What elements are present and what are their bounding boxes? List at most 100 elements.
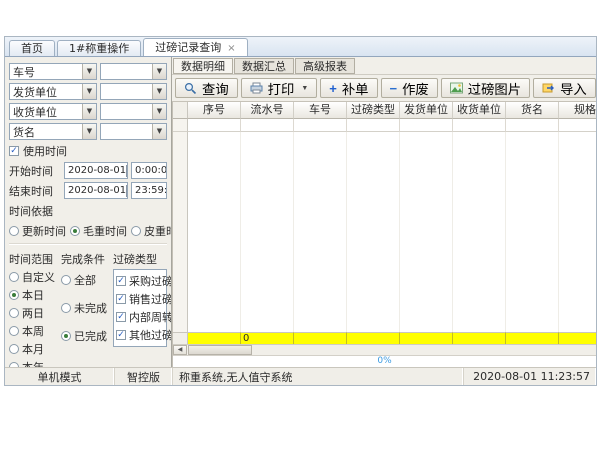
scrollbar-thumb[interactable] [188,345,252,355]
time-range-option-twodays[interactable]: 两日 [9,305,59,321]
supplement-ticket-button[interactable]: + 补单 [320,78,377,98]
status-bar: 单机模式 智控版 称重系统,无人值守系统 2020-08-01 11:23:57 [5,367,596,385]
tab-home[interactable]: 首页 [9,40,55,56]
body-column [188,132,241,332]
close-icon[interactable]: × [227,43,235,54]
column-header-weightype[interactable]: 过磅类型 [347,102,400,119]
void-ticket-button[interactable]: − 作废 [381,78,438,98]
status-datetime-label: 2020-08-01 11:23:57 [473,370,590,383]
column-header-spec[interactable]: 规格 [559,102,596,119]
time-basis-option-tare[interactable]: 皮重时间 [131,223,172,239]
tab-weigh-record-query[interactable]: 过磅记录查询× [143,38,247,56]
import-button[interactable]: 导入 [533,78,596,98]
completion-option-finished[interactable]: 已完成 [61,328,111,344]
filter-cell[interactable] [453,119,506,132]
filter-cell[interactable] [294,119,347,132]
weigh-photo-label: 过磅图片 [468,79,521,98]
radio-label: 两日 [22,305,44,321]
time-basis-option-update[interactable]: 更新时间 [9,223,66,239]
use-time-checkbox-row[interactable]: 使用时间 [9,143,167,159]
chevron-down-icon: ▼ [152,124,166,139]
data-subtabs: 数据明细 数据汇总 高级报表 [172,57,596,74]
time-range-option-year[interactable]: 本年 [9,359,59,367]
checkbox-icon [116,330,126,340]
time-range-caption: 时间范围 [9,251,59,267]
query-button[interactable]: 查询 [175,78,238,98]
filter-cell[interactable] [347,119,400,132]
vehicle-value-combo[interactable]: ▼ [100,63,167,80]
filter-cell[interactable] [400,119,453,132]
time-range-option-week[interactable]: 本周 [9,323,59,339]
radio-icon [61,303,71,313]
end-time-spinner[interactable]: 23:59:59 ▲▼ [131,182,167,199]
filter-cell[interactable] [241,119,294,132]
receiver-value-combo[interactable]: ▼ [100,103,167,120]
completion-option-unfinished[interactable]: 未完成 [61,300,111,316]
row-indicator-header [173,102,188,119]
toolbar: 查询 打印 ▼ + 补单 − 作废 [172,74,596,102]
time-range-option-today[interactable]: 本日 [9,287,59,303]
grid-body[interactable] [173,132,596,332]
subtab-advanced-report[interactable]: 高级报表 [295,58,355,74]
column-header-goods[interactable]: 货名 [506,102,559,119]
scroll-left-icon[interactable]: ◀ [173,345,187,355]
shipper-value-combo[interactable]: ▼ [100,83,167,100]
start-time-row: 开始时间 2020-08-01 0:00:00 ▲▼ [9,162,167,179]
time-range-option-custom[interactable]: 自定义 [9,269,59,285]
grid-summary-row: 0 [173,332,596,344]
radio-icon [70,226,80,236]
radio-icon [9,308,19,318]
subtab-data-detail[interactable]: 数据明细 [173,58,233,74]
radio-label: 本月 [22,341,44,357]
status-system-name: 称重系统,无人值守系统 [173,368,464,385]
horizontal-scrollbar[interactable]: ◀ [173,344,596,355]
end-date-value: 2020-08-01 [68,185,126,196]
filter-cell[interactable] [506,119,559,132]
query-button-label: 查询 [202,79,229,98]
main-area: 车号 ▼ ▼ 发货单位 ▼ ▼ 收货 [5,57,596,367]
print-button[interactable]: 打印 ▼ [241,78,318,98]
column-header-shipper[interactable]: 发货单位 [400,102,453,119]
filter-row-shipper: 发货单位 ▼ ▼ [9,83,167,100]
column-header-receiver[interactable]: 收货单位 [453,102,506,119]
filter-row-goods: 货名 ▼ ▼ [9,123,167,140]
time-range-option-month[interactable]: 本月 [9,341,59,357]
filter-cell[interactable] [188,119,241,132]
checkbox-label: 采购过磅 [129,273,172,289]
column-header-vehicle[interactable]: 车号 [294,102,347,119]
grid-header-row: 序号 流水号 车号 过磅类型 发货单位 收货单位 货名 规格 [173,102,596,119]
completion-option-all[interactable]: 全部 [61,272,111,288]
field-select-receiver[interactable]: 收货单位 ▼ [9,103,97,120]
radio-label: 更新时间 [22,223,66,239]
end-date-picker[interactable]: 2020-08-01 [64,182,128,199]
weigh-type-internal[interactable]: 内部周转 [116,309,164,325]
row-indicator-cell [173,332,188,344]
field-select-goods-label: 货名 [13,124,35,140]
weigh-type-other[interactable]: 其他过磅 [116,327,164,343]
chevron-down-icon: ▼ [152,84,166,99]
start-time-spinner[interactable]: 0:00:00 ▲▼ [131,162,167,179]
weigh-type-purchase[interactable]: 采购过磅 [116,273,164,289]
radio-label: 毛重时间 [83,223,127,239]
tab-weigh-operation[interactable]: 1#称重操作 [57,40,141,56]
weigh-photo-button[interactable]: 过磅图片 [441,78,530,98]
use-time-label: 使用时间 [23,143,67,159]
goods-value-combo[interactable]: ▼ [100,123,167,140]
start-date-picker[interactable]: 2020-08-01 [64,162,128,179]
field-select-goods[interactable]: 货名 ▼ [9,123,97,140]
time-basis-option-gross[interactable]: 毛重时间 [70,223,127,239]
weigh-type-sale[interactable]: 销售过磅 [116,291,164,307]
subtab-data-summary[interactable]: 数据汇总 [234,58,294,74]
time-basis-caption: 时间依据 [9,203,167,219]
filter-row-receiver: 收货单位 ▼ ▼ [9,103,167,120]
column-header-seq[interactable]: 序号 [188,102,241,119]
summary-cell [347,332,400,344]
filter-cell[interactable] [559,119,596,132]
column-header-serial[interactable]: 流水号 [241,102,294,119]
supplement-ticket-label: 补单 [342,79,369,98]
body-column [559,132,596,332]
radio-icon [61,275,71,285]
field-select-vehicle[interactable]: 车号 ▼ [9,63,97,80]
field-select-shipper[interactable]: 发货单位 ▼ [9,83,97,100]
status-edition-label: 智控版 [127,369,160,385]
